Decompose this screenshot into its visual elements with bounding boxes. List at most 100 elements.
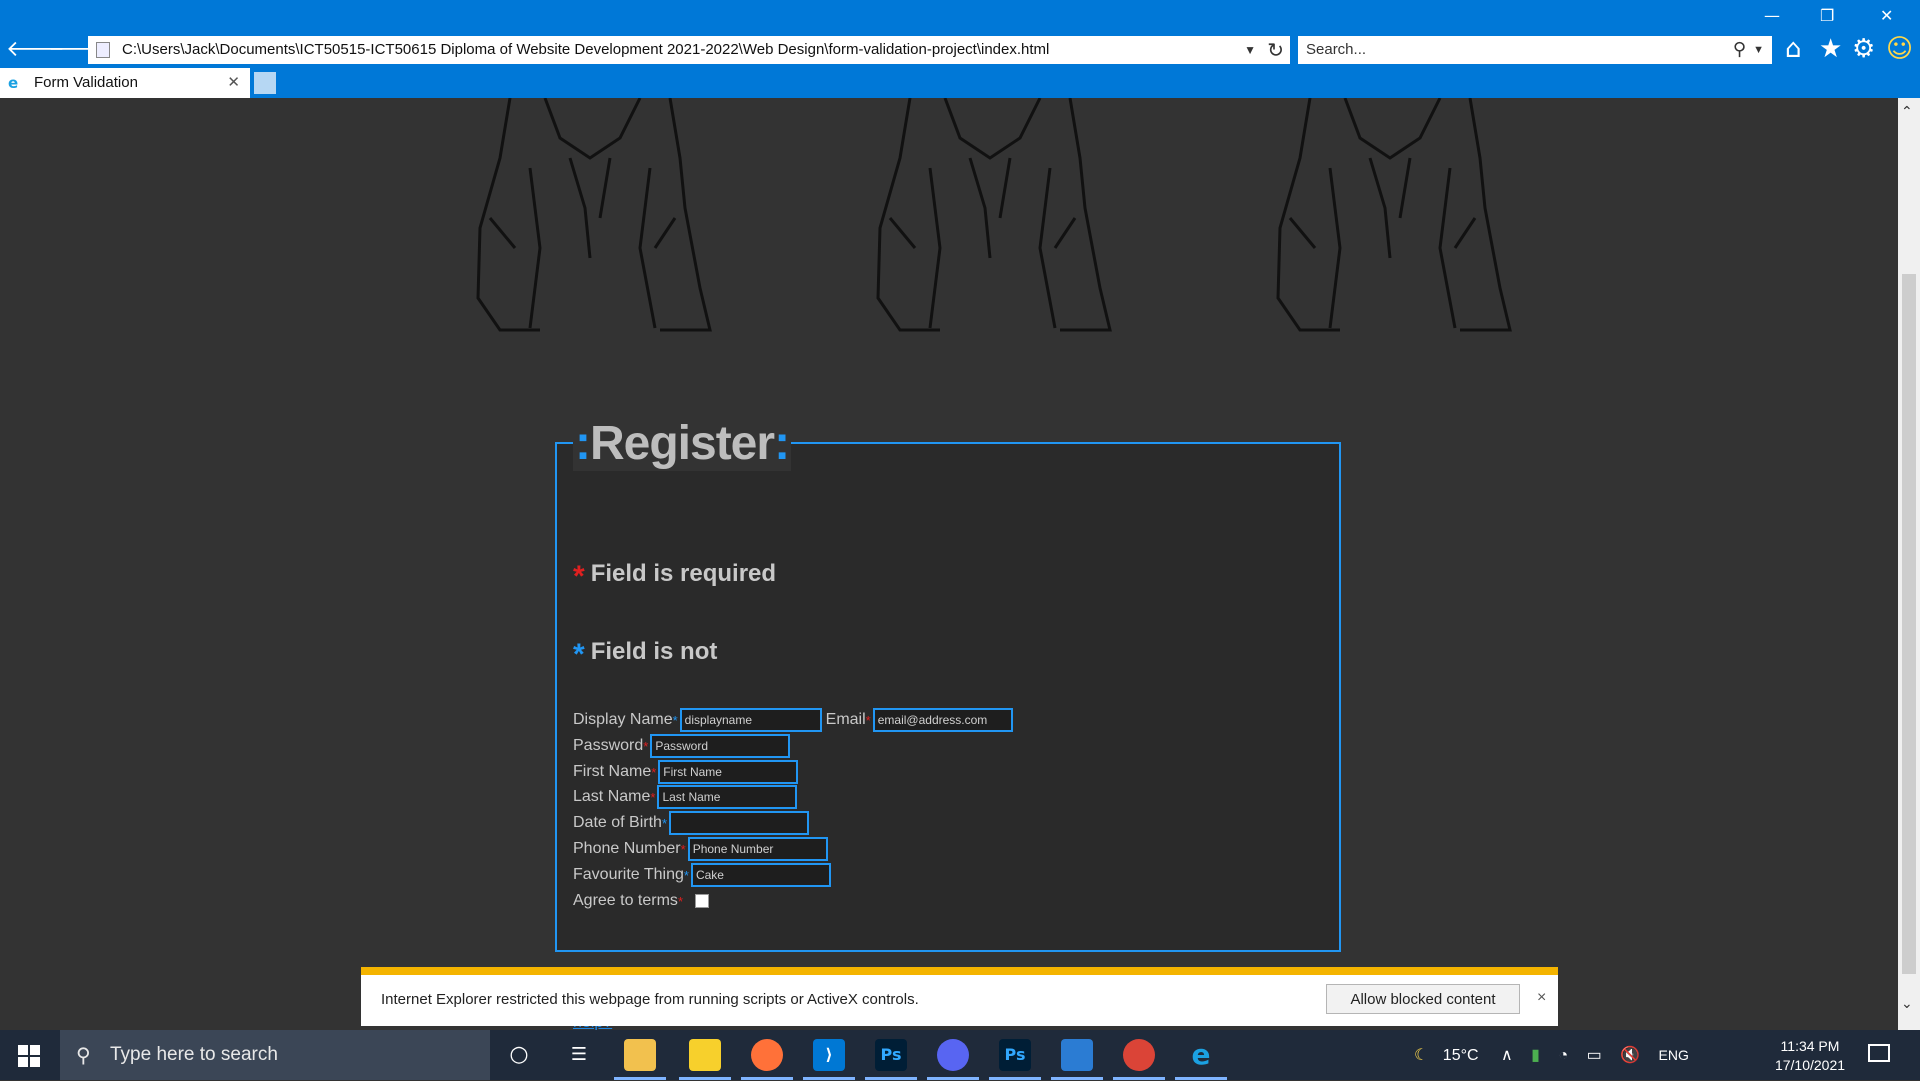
network-icon[interactable]: ◔ <box>1558 1047 1568 1064</box>
taskbar-search-box[interactable]: ⚲ Type here to search <box>60 1030 490 1080</box>
tab-title: Form Validation <box>34 74 138 91</box>
allow-blocked-content-button[interactable]: Allow blocked content <box>1326 984 1520 1014</box>
scrollbar-thumb[interactable] <box>1902 274 1916 974</box>
action-center-icon[interactable] <box>1868 1044 1890 1062</box>
dob-input[interactable] <box>669 811 809 835</box>
file-explorer-icon[interactable] <box>614 1039 666 1080</box>
row-first-name: First Name * First Name <box>573 760 799 784</box>
scroll-up-icon[interactable]: ⌃ <box>1901 104 1913 120</box>
minimize-button[interactable]: — <box>1764 6 1780 25</box>
phone-input[interactable]: Phone Number <box>687 837 828 861</box>
figure-illustration <box>476 98 712 332</box>
required-star: * <box>677 893 683 909</box>
forward-button[interactable]: 🡒 <box>48 35 107 65</box>
tab-form-validation[interactable]: e Form Validation ✕ <box>0 68 250 98</box>
first-name-input[interactable]: First Name <box>658 760 799 784</box>
close-tab-icon[interactable]: ✕ <box>227 68 240 98</box>
row-display-name-email: Display Name * displayname Email * email@a… <box>573 708 1013 732</box>
feedback-smiley-icon[interactable]: ☺ <box>1886 34 1913 64</box>
address-bar[interactable]: C:\Users\Jack\Documents\ICT50515-ICT5061… <box>88 36 1290 64</box>
not-required-note: * Field is not <box>573 638 717 672</box>
not-required-note-text: Field is not <box>590 638 718 665</box>
required-star: * <box>651 764 657 780</box>
required-star: * <box>661 815 667 831</box>
temperature[interactable]: 15°C <box>1443 1047 1479 1064</box>
photoshop-icon[interactable]: Ps <box>865 1039 917 1080</box>
last-name-label: Last Name <box>573 788 651 805</box>
clock-date: 17/10/2021 <box>1774 1057 1846 1073</box>
cortana-icon[interactable]: ○ <box>503 1039 535 1071</box>
close-window-button[interactable]: ✕ <box>1880 6 1893 25</box>
chrome-icon[interactable] <box>1113 1039 1165 1080</box>
home-icon[interactable]: ⌂ <box>1785 34 1802 64</box>
row-password: Password * Password <box>573 734 791 758</box>
required-star: * <box>680 841 686 857</box>
volume-muted-icon[interactable]: 🔇 <box>1620 1047 1640 1064</box>
discord-icon[interactable] <box>927 1039 979 1080</box>
display-name-input[interactable]: displayname <box>679 708 822 732</box>
required-note-text: Field is required <box>590 560 777 587</box>
back-button[interactable]: 🡐 <box>6 35 65 65</box>
language-indicator[interactable]: ENG <box>1659 1047 1689 1063</box>
chevron-up-icon[interactable]: ∧ <box>1501 1047 1513 1064</box>
password-input[interactable]: Password <box>650 734 791 758</box>
search-icon[interactable]: ⚲ <box>1733 36 1746 64</box>
agree-checkbox[interactable] <box>695 894 709 908</box>
refresh-icon[interactable]: ↻ <box>1267 36 1284 64</box>
required-star: * <box>672 712 678 728</box>
battery-icon[interactable]: ▭ <box>1587 1047 1602 1064</box>
notification-message: Internet Explorer restricted this webpag… <box>381 991 919 1008</box>
page-icon <box>96 42 110 58</box>
sticky-notes-icon[interactable] <box>679 1039 731 1080</box>
row-phone: Phone Number * Phone Number <box>573 837 828 861</box>
address-text: C:\Users\Jack\Documents\ICT50515-ICT5061… <box>122 41 1050 58</box>
task-view-icon[interactable]: ☰ <box>563 1039 595 1071</box>
email-input[interactable]: email@address.com <box>872 708 1013 732</box>
photoshop-icon[interactable]: Ps <box>989 1039 1041 1080</box>
favourite-label: Favourite Thing <box>573 866 684 883</box>
browser-search-input[interactable]: Search... ⚲ ▼ <box>1298 36 1772 64</box>
ie-tab-icon: e <box>8 74 19 92</box>
register-fieldset: :Register: * Field is required * Field is … <box>555 416 1341 1030</box>
required-star: * <box>573 560 585 593</box>
row-favourite: Favourite Thing * Cake <box>573 863 831 887</box>
dob-label: Date of Birth <box>573 814 662 831</box>
new-tab-button[interactable] <box>254 72 276 94</box>
figure-illustration <box>1276 98 1512 332</box>
required-star: * <box>865 712 871 728</box>
firefox-icon[interactable] <box>741 1039 793 1080</box>
figure-illustration <box>876 98 1112 332</box>
favorites-star-icon[interactable]: ★ <box>1819 34 1842 64</box>
legend-colon: : <box>575 417 591 470</box>
tray-app-icon[interactable]: ▮ <box>1531 1047 1540 1064</box>
gear-icon[interactable]: ⚙ <box>1852 34 1875 64</box>
required-star: * <box>650 789 656 805</box>
windows-start-icon[interactable] <box>18 1045 40 1067</box>
scroll-down-icon[interactable]: ⌄ <box>1901 996 1913 1012</box>
not-required-star: * <box>573 638 585 671</box>
search-placeholder: Search... <box>1306 41 1367 58</box>
chevron-down-icon[interactable]: ▼ <box>1753 36 1764 64</box>
document-icon[interactable] <box>1051 1039 1103 1080</box>
moon-weather-icon: ☾ <box>1414 1047 1429 1064</box>
row-last-name: Last Name * Last Name <box>573 785 798 809</box>
close-notification-icon[interactable]: × <box>1537 989 1546 1007</box>
row-date-of-birth: Date of Birth * <box>573 811 809 835</box>
restore-button[interactable]: ❐ <box>1820 6 1834 25</box>
favourite-input[interactable]: Cake <box>690 863 831 887</box>
search-icon: ⚲ <box>76 1043 91 1067</box>
last-name-input[interactable]: Last Name <box>657 785 798 809</box>
vscode-icon[interactable]: ⟩ <box>803 1039 855 1080</box>
page-content: :Register: * Field is required * Field is … <box>0 98 1898 1030</box>
required-star: * <box>643 738 649 754</box>
internet-explorer-icon[interactable]: e <box>1175 1039 1227 1080</box>
legend-colon: : <box>774 417 790 470</box>
phone-label: Phone Number <box>573 840 681 857</box>
required-note: * Field is required <box>573 560 776 594</box>
taskbar-search-placeholder: Type here to search <box>110 1044 278 1065</box>
system-clock[interactable]: 11:34 PM 17/10/2021 <box>1764 1037 1856 1075</box>
system-tray: ☾ 15°C ∧ ▮ ◔ ▭ 🔇 ENG <box>1414 1030 1689 1080</box>
vertical-scrollbar[interactable]: ⌃ ⌄ <box>1898 98 1920 1030</box>
password-label: Password <box>573 737 644 754</box>
chevron-down-icon[interactable]: ▼ <box>1244 36 1256 64</box>
